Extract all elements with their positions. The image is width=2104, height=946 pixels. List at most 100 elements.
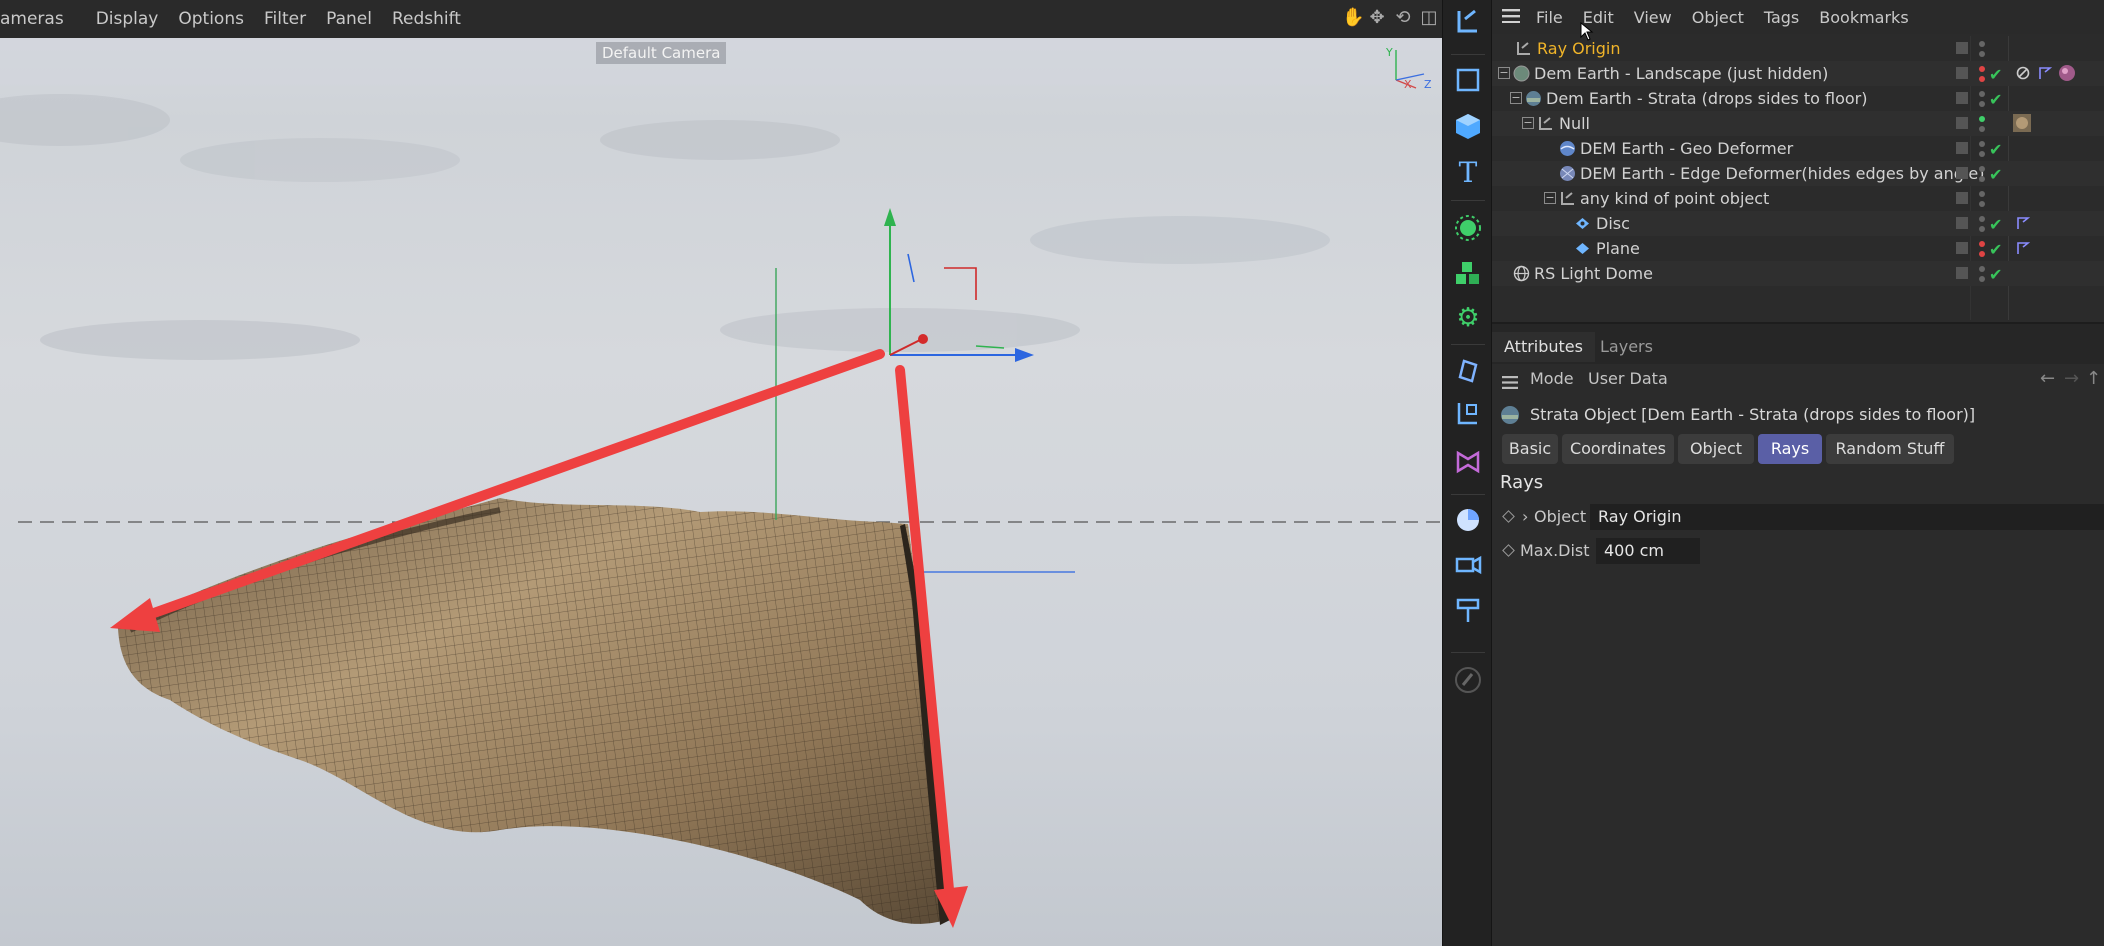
edit-flag-icon[interactable] — [1955, 241, 1969, 255]
phong-tag-icon[interactable] — [2016, 216, 2030, 230]
strata-icon — [1526, 91, 1541, 106]
group-rays[interactable]: Rays — [1758, 434, 1822, 464]
collapse-icon[interactable]: − — [1498, 67, 1510, 79]
enabled-check-icon[interactable]: ✔ — [1989, 162, 2002, 187]
deformer-icon[interactable] — [1448, 350, 1488, 390]
pen-icon[interactable] — [1448, 660, 1488, 700]
enabled-check-icon[interactable]: ✔ — [1989, 262, 2002, 287]
null-icon — [1539, 117, 1552, 130]
visibility-dots[interactable] — [1978, 164, 1986, 184]
viewport[interactable]: ameras Display Options Filter Panel Reds… — [0, 0, 1442, 946]
object-link-field[interactable]: Ray Origin — [1590, 504, 2104, 530]
axis-gizmo: Y X Z — [1380, 44, 1440, 96]
visibility-dots[interactable] — [1978, 114, 1986, 134]
edit-flag-icon[interactable] — [1955, 141, 1969, 155]
menu-display[interactable]: Display — [96, 9, 159, 29]
edit-flag-icon[interactable] — [1955, 266, 1969, 280]
tab-layers[interactable]: Layers — [1588, 332, 1665, 362]
gear-icon[interactable]: ⚙ — [1448, 298, 1488, 338]
menu-redshift[interactable]: Redshift — [392, 9, 461, 29]
collapse-icon[interactable]: − — [1522, 117, 1534, 129]
camera-label[interactable]: Default Camera — [596, 42, 727, 64]
menu-object[interactable]: Object — [1692, 8, 1744, 27]
edit-flag-icon[interactable] — [1955, 116, 1969, 130]
enabled-check-icon[interactable]: ✔ — [1989, 237, 2002, 262]
object-name: DEM Earth - Edge Deformer(hides edges by… — [1580, 164, 1985, 183]
phong-tag-icon[interactable] — [2038, 66, 2052, 80]
edit-flag-icon[interactable] — [1955, 216, 1969, 230]
hamburger-icon[interactable] — [1502, 8, 1522, 27]
visibility-dots[interactable] — [1978, 239, 1986, 259]
up-arrow-icon[interactable]: ↑ — [2086, 368, 2101, 389]
object-row-geo-deformer[interactable]: DEM Earth - Geo Deformer ✔ — [1492, 136, 2104, 161]
edit-flag-icon[interactable] — [1955, 66, 1969, 80]
null-icon[interactable] — [1448, 2, 1488, 42]
text-icon[interactable]: T — [1448, 152, 1488, 192]
texture-tag-icon[interactable] — [2012, 113, 2032, 133]
user-data-menu[interactable]: User Data — [1588, 369, 1668, 388]
collapse-icon[interactable]: − — [1544, 192, 1556, 204]
group-basic[interactable]: Basic — [1502, 434, 1558, 464]
enabled-check-icon[interactable]: ✔ — [1989, 87, 2002, 112]
menu-filter[interactable]: Filter — [264, 9, 306, 29]
group-object[interactable]: Object — [1678, 434, 1754, 464]
maximize-icon[interactable]: ◫ — [1420, 6, 1438, 30]
mode-menu[interactable]: Mode — [1530, 369, 1574, 388]
back-arrow-icon[interactable]: ← — [2040, 368, 2055, 389]
menu-file[interactable]: File — [1536, 8, 1563, 27]
menu-view[interactable]: View — [1634, 8, 1672, 27]
restrict-icon[interactable] — [2016, 66, 2030, 80]
visibility-dots[interactable] — [1978, 139, 1986, 159]
object-row-light-dome[interactable]: RS Light Dome ✔ — [1492, 261, 2104, 286]
menu-bookmarks[interactable]: Bookmarks — [1819, 8, 1908, 27]
visibility-dots[interactable] — [1978, 64, 1986, 84]
forward-arrow-icon[interactable]: → — [2064, 368, 2079, 389]
edit-flag-icon[interactable] — [1955, 166, 1969, 180]
edit-flag-icon[interactable] — [1955, 41, 1969, 55]
expand-chevron-icon[interactable]: › — [1522, 502, 1528, 532]
light-icon[interactable] — [1448, 544, 1488, 584]
spline-icon[interactable] — [1448, 394, 1488, 434]
object-row-disc[interactable]: Disc ✔ — [1492, 211, 2104, 236]
object-row-point-object[interactable]: − any kind of point object — [1492, 186, 2104, 211]
object-row-plane[interactable]: Plane ✔ — [1492, 236, 2104, 261]
visibility-dots[interactable] — [1978, 39, 1986, 59]
object-row-landscape[interactable]: − Dem Earth - Landscape (just hidden) ✔ — [1492, 61, 2104, 86]
enabled-check-icon[interactable]: ✔ — [1989, 137, 2002, 162]
edit-flag-icon[interactable] — [1955, 91, 1969, 105]
collapse-icon[interactable]: − — [1510, 92, 1522, 104]
hand-icon[interactable]: ✋ — [1342, 6, 1364, 30]
visibility-dots[interactable] — [1978, 264, 1986, 284]
enabled-check-icon[interactable]: ✔ — [1989, 212, 2002, 237]
keyframe-diamond-icon[interactable] — [1502, 510, 1515, 523]
hamburger-icon[interactable] — [1502, 374, 1518, 393]
rotate-icon[interactable]: ⟲ — [1394, 6, 1412, 30]
menu-tags[interactable]: Tags — [1764, 8, 1799, 27]
group-coordinates[interactable]: Coordinates — [1562, 434, 1674, 464]
generator-icon[interactable] — [1448, 208, 1488, 248]
material-tag-icon[interactable] — [2058, 64, 2076, 82]
cube-icon[interactable] — [1448, 106, 1488, 146]
group-random-stuff[interactable]: Random Stuff — [1826, 434, 1954, 464]
edit-flag-icon[interactable] — [1955, 191, 1969, 205]
object-row-strata[interactable]: − Dem Earth - Strata (drops sides to flo… — [1492, 86, 2104, 111]
field-icon[interactable] — [1448, 442, 1488, 482]
camera-icon[interactable] — [1448, 500, 1488, 540]
visibility-dots[interactable] — [1978, 189, 1986, 209]
object-row-null[interactable]: − Null — [1492, 111, 2104, 136]
visibility-dots[interactable] — [1978, 214, 1986, 234]
cloner-icon[interactable] — [1448, 254, 1488, 294]
max-dist-field[interactable]: 400 cm — [1596, 538, 1700, 564]
keyframe-diamond-icon[interactable] — [1502, 544, 1515, 557]
menu-panel[interactable]: Panel — [326, 9, 372, 29]
object-row-edge-deformer[interactable]: DEM Earth - Edge Deformer(hides edges by… — [1492, 161, 2104, 186]
tab-attributes[interactable]: Attributes — [1492, 332, 1595, 362]
enabled-check-icon[interactable]: ✔ — [1989, 62, 2002, 87]
phong-tag-icon[interactable] — [2016, 241, 2030, 255]
visibility-dots[interactable] — [1978, 89, 1986, 109]
cube-outline-icon[interactable] — [1448, 60, 1488, 100]
menu-cameras[interactable]: ameras — [0, 9, 64, 29]
menu-options[interactable]: Options — [178, 9, 244, 29]
sketch-icon[interactable] — [1448, 590, 1488, 630]
move-icon[interactable]: ✥ — [1368, 6, 1386, 30]
